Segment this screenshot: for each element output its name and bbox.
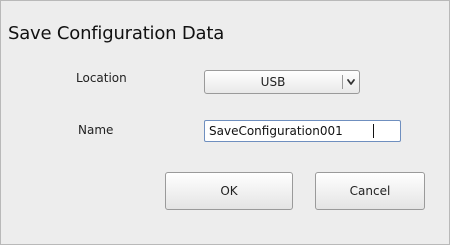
- dialog-title: Save Configuration Data: [8, 23, 225, 44]
- name-label: Name: [78, 123, 114, 137]
- location-selected-value: USB: [260, 75, 286, 89]
- name-input[interactable]: [204, 120, 401, 142]
- ok-button[interactable]: OK: [165, 172, 293, 210]
- text-caret: [373, 124, 374, 138]
- select-divider: [342, 75, 343, 89]
- chevron-down-icon[interactable]: [345, 76, 357, 88]
- location-label: Location: [76, 71, 127, 85]
- save-configuration-dialog: Save Configuration Data Location USB Nam…: [0, 0, 450, 245]
- location-select[interactable]: USB: [204, 70, 360, 94]
- cancel-button[interactable]: Cancel: [315, 172, 425, 210]
